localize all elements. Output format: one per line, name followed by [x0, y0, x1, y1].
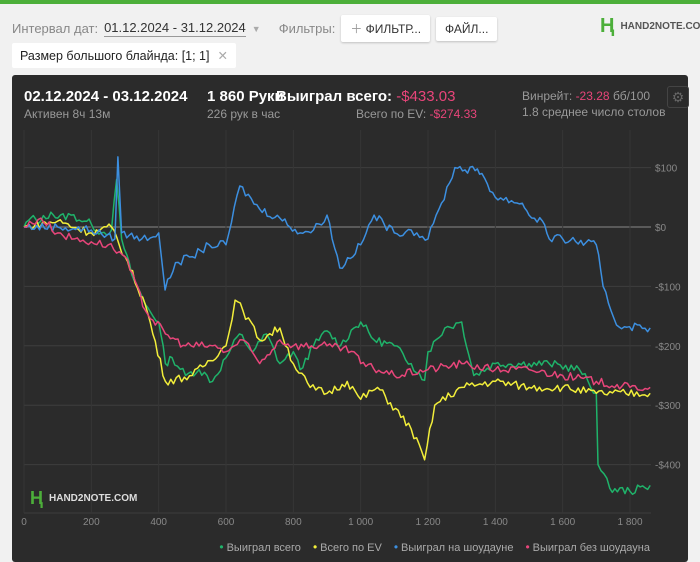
y-tick-label: $100 — [655, 164, 678, 175]
x-tick-label: 0 — [21, 517, 27, 528]
legend-item[interactable]: • Выиграл без шоудауна — [525, 540, 650, 554]
legend-item[interactable]: • Выиграл на шоудауне — [394, 540, 514, 554]
y-tick-label: -$200 — [655, 342, 681, 353]
y-tick-label: -$300 — [655, 401, 681, 412]
x-tick-label: 1 200 — [415, 517, 440, 528]
legend-label: Всего по EV — [320, 542, 382, 554]
legend-label: Выиграл на шоудауне — [401, 542, 514, 554]
legend-item[interactable]: • Всего по EV — [313, 540, 382, 554]
profit-chart: $100 $0 -$100 -$200 -$300 -$400 0 200 400 600 800 1… — [21, 130, 681, 528]
x-tick-label: 200 — [83, 517, 100, 528]
x-tick-label: 1 000 — [348, 517, 373, 528]
logo-icon: Ⱨ — [30, 488, 43, 508]
series-line-4 — [23, 217, 651, 392]
legend-item[interactable]: • Выиграл всего — [219, 540, 301, 554]
y-tick-label: $0 — [655, 223, 667, 234]
chart-legend: • Выиграл всего • Всего по EV • Выиграл на … — [219, 540, 650, 554]
y-tick-label: -$400 — [655, 461, 681, 472]
x-tick-label: 800 — [285, 517, 302, 528]
watermark-text: HAND2NOTE.COM — [49, 493, 138, 504]
series-line-3 — [23, 156, 651, 333]
x-tick-label: 1 800 — [617, 517, 642, 528]
x-tick-label: 1 600 — [550, 517, 575, 528]
x-tick-label: 400 — [150, 517, 167, 528]
y-tick-label: -$100 — [655, 282, 681, 293]
legend-label: Выиграл всего — [226, 542, 301, 554]
x-tick-label: 1 400 — [483, 517, 508, 528]
x-tick-label: 600 — [218, 517, 235, 528]
watermark: Ⱨ HAND2NOTE.COM — [30, 488, 137, 509]
legend-label: Выиграл без шоудауна — [532, 542, 650, 554]
